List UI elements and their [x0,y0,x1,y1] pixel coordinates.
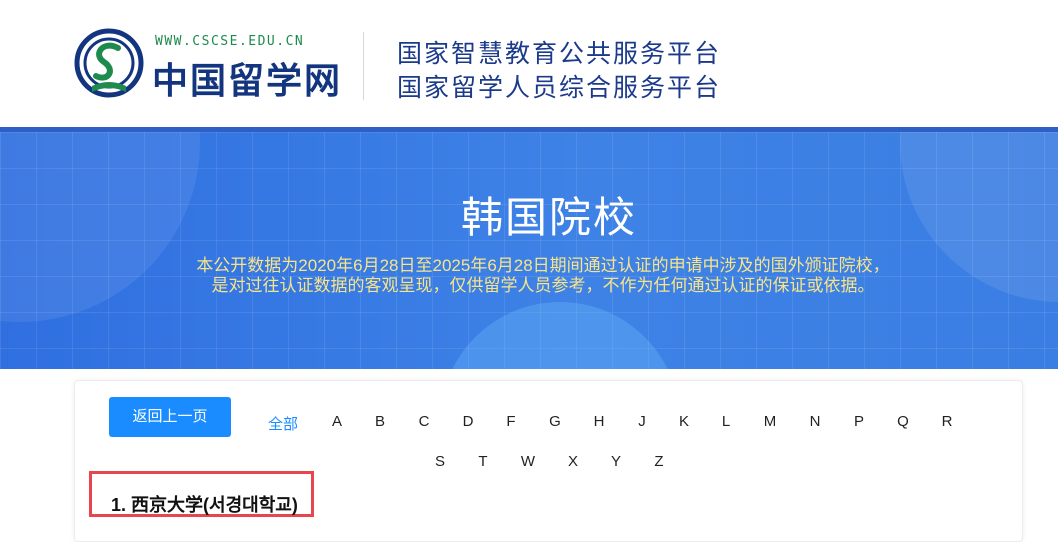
logo-url: WWW.CSCSE.EDU.CN [155,34,305,49]
banner-description: 本公开数据为2020年6月28日至2025年6月28日期间通过认证的申请中涉及的… [0,256,1058,296]
letter-filter[interactable]: H [586,413,612,430]
letter-filter[interactable]: Z [646,453,672,470]
letter-filter[interactable]: J [629,413,655,430]
school-list-item[interactable]: 1. 西京大学(서경대학교) [111,491,298,517]
letter-filter[interactable]: R [934,413,960,430]
letter-filter[interactable]: G [542,413,568,430]
letter-filter[interactable]: F [498,413,524,430]
letter-filter[interactable]: Q [890,413,916,430]
letter-filter[interactable]: Y [603,453,629,470]
platform-title-2: 国家留学人员综合服务平台 [397,74,722,102]
site-header: WWW.CSCSE.EDU.CN 中国留学网 国家智慧教育公共服务平台 国家留学… [0,0,1058,127]
header-divider [363,32,364,100]
letter-filter[interactable]: S [427,453,453,470]
letter-filter[interactable]: N [802,413,828,430]
school-list-card: 返回上一页 全部 A B C D F G H J K L M N P Q R S… [74,380,1023,542]
filter-all[interactable]: 全部 [263,413,303,434]
back-button[interactable]: 返回上一页 [109,397,231,437]
letter-filter[interactable]: C [411,413,437,430]
letter-filter[interactable]: L [713,413,739,430]
letter-filter[interactable]: P [846,413,872,430]
logo-name[interactable]: 中国留学网 [152,52,342,104]
letter-filter[interactable]: D [455,413,481,430]
letter-filter[interactable]: A [324,413,350,430]
letter-filter[interactable]: T [470,453,496,470]
platform-title-1: 国家智慧教育公共服务平台 [397,40,722,68]
school-name: 西京大学(서경대학교) [131,495,298,515]
banner-description-line-1: 本公开数据为2020年6月28日至2025年6月28日期间通过认证的申请中涉及的… [196,256,890,275]
letter-filter[interactable]: K [671,413,697,430]
page-title: 韩国院校 [460,194,637,241]
hero-banner: 韩国院校 本公开数据为2020年6月28日至2025年6月28日期间通过认证的申… [0,127,1058,369]
letter-filter[interactable]: X [560,453,586,470]
cscse-logo-icon[interactable] [74,28,144,100]
school-index: 1. [111,495,127,515]
letter-filter[interactable]: W [515,453,541,470]
letter-filter[interactable]: B [367,413,393,430]
letter-filter[interactable]: M [757,413,783,430]
banner-description-line-2: 是对过往认证数据的客观呈现，仅供留学人员参考，不作为任何通过认证的保证或依据。 [211,276,875,295]
